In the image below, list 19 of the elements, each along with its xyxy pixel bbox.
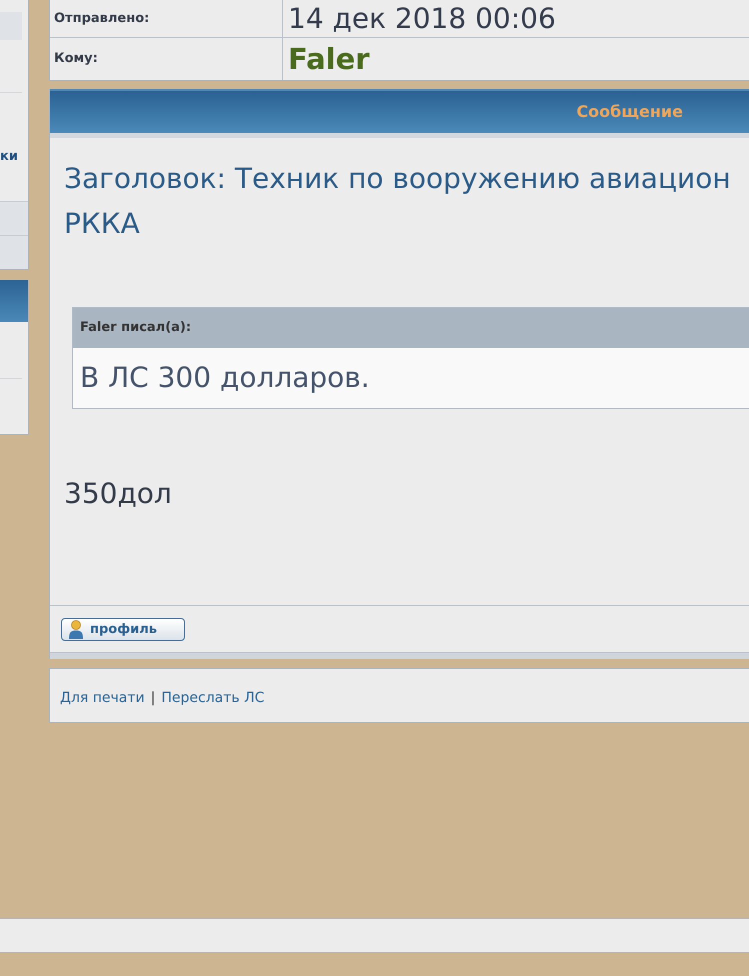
link-separator: | [150, 688, 156, 708]
sidebar-header [0, 280, 28, 322]
sidebar-row[interactable] [0, 235, 28, 269]
section-header: Сообщение [50, 89, 749, 133]
sent-date: 14 дек 2018 00:06 [288, 2, 556, 36]
profile-button[interactable]: профиль [61, 618, 185, 641]
quote-header: Faler писал(а): [73, 308, 749, 348]
message-body: 350дол [64, 476, 172, 512]
message-title: РККА [64, 206, 140, 242]
footer-link[interactable]: Переслать ЛС [161, 688, 264, 708]
detail-label: Отправлено: [54, 10, 150, 28]
sidebar-link[interactable]: ки [0, 149, 18, 165]
person-icon [68, 620, 84, 639]
quote-text: В ЛС 300 долларов. [73, 348, 749, 408]
sidebar-row[interactable] [0, 201, 28, 235]
recipient-name[interactable]: Faler [288, 42, 370, 76]
footer-link[interactable]: Для печати [60, 688, 145, 708]
detail-label: Кому: [54, 50, 98, 68]
message-title: Заголовок: Техник по вооружению авиацион [64, 161, 731, 197]
